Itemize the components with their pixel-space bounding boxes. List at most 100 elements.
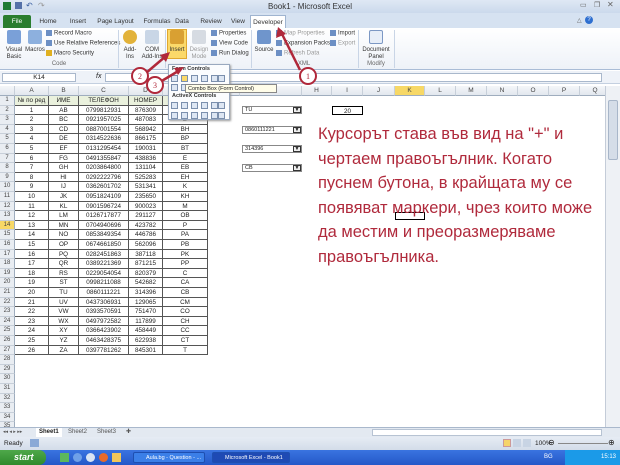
table-cell[interactable]: 2: [15, 115, 49, 125]
normal-view-icon[interactable]: [503, 439, 511, 447]
table-cell[interactable]: 876309: [129, 105, 163, 116]
table-cell[interactable]: 25: [15, 336, 49, 346]
row-header[interactable]: 33: [0, 403, 15, 413]
row-header[interactable]: 27: [0, 345, 15, 356]
table-cell[interactable]: 117899: [129, 316, 163, 327]
row-header[interactable]: 16: [0, 240, 15, 250]
properties-button[interactable]: Properties: [211, 30, 246, 37]
design-mode-button[interactable]: Design Mode: [189, 30, 209, 61]
row-header[interactable]: 14: [0, 220, 15, 231]
row-header[interactable]: 31: [0, 384, 15, 394]
table-cell[interactable]: 4: [15, 134, 49, 144]
column-header-J[interactable]: J: [363, 86, 395, 96]
cell-I2[interactable]: 20: [332, 105, 363, 116]
collapse-ribbon-icon[interactable]: △: [577, 17, 582, 24]
column-header-M[interactable]: M: [456, 86, 487, 96]
column-header-C[interactable]: C: [79, 86, 129, 96]
column-header-N[interactable]: N: [487, 86, 518, 96]
tab-page-layout[interactable]: Page Layout: [93, 15, 138, 28]
column-header-D[interactable]: D: [129, 86, 163, 96]
table-cell[interactable]: 446786: [129, 230, 163, 240]
column-header-K[interactable]: K: [395, 86, 425, 96]
table-cell[interactable]: 0921957025: [79, 115, 129, 125]
row-header[interactable]: 32: [0, 393, 15, 404]
macros-button[interactable]: Macros: [25, 30, 45, 54]
table-cell[interactable]: HI: [49, 172, 79, 183]
table-cell[interactable]: TU: [49, 288, 79, 298]
activex-option-button-icon[interactable]: [218, 112, 225, 119]
chevron-down-icon[interactable]: ▼: [293, 126, 301, 133]
activex-list-box-icon[interactable]: [211, 102, 218, 109]
activex-combo-box-icon[interactable]: [181, 112, 188, 119]
table-cell[interactable]: 487083: [129, 115, 163, 125]
import-button[interactable]: Import: [330, 30, 355, 37]
table-cell[interactable]: P: [163, 220, 208, 231]
table-cell[interactable]: OP: [49, 240, 79, 250]
row-header[interactable]: 6: [0, 144, 15, 154]
com-add-ins-button[interactable]: COM Add-Ins: [141, 30, 163, 61]
browser-icon[interactable]: [73, 453, 82, 462]
column-header-A[interactable]: A: [15, 86, 49, 96]
row-header[interactable]: 24: [0, 316, 15, 327]
row-header[interactable]: 17: [0, 249, 15, 260]
table-cell[interactable]: 0126717877: [79, 211, 129, 221]
table-cell[interactable]: 0704940696: [79, 220, 129, 231]
maximize-button[interactable]: ❐: [594, 1, 600, 9]
table-cell[interactable]: NO: [49, 230, 79, 240]
table-cell[interactable]: 0860111221: [79, 288, 129, 298]
row-header[interactable]: 29: [0, 364, 15, 375]
quicklaunch-icon[interactable]: [60, 453, 69, 462]
table-cell[interactable]: PQ: [49, 249, 79, 260]
header-cell[interactable]: ИМЕ: [49, 96, 79, 106]
table-cell[interactable]: 525283: [129, 172, 163, 183]
chevron-down-icon[interactable]: ▼: [293, 145, 301, 152]
column-header-H[interactable]: H: [302, 86, 332, 96]
activex-spin-button-icon[interactable]: [201, 112, 208, 119]
row-header[interactable]: 22: [0, 297, 15, 308]
table-cell[interactable]: 0292222796: [79, 172, 129, 183]
tab-developer[interactable]: Developer: [250, 15, 286, 28]
table-cell[interactable]: 438836: [129, 153, 163, 164]
media-icon[interactable]: [86, 453, 95, 462]
table-cell[interactable]: 0437306931: [79, 297, 129, 308]
column-header-I[interactable]: I: [332, 86, 363, 96]
column-header-Q[interactable]: Q: [580, 86, 605, 96]
taskbar-item-excel[interactable]: Microsoft Excel - Book1: [212, 452, 290, 463]
page-layout-view-icon[interactable]: [513, 439, 521, 447]
table-cell[interactable]: YZ: [49, 336, 79, 346]
table-cell[interactable]: CC: [163, 326, 208, 336]
table-cell[interactable]: CT: [163, 336, 208, 346]
table-cell[interactable]: 0463428375: [79, 336, 129, 346]
table-cell[interactable]: BT: [163, 144, 208, 154]
table-cell[interactable]: 16: [15, 249, 49, 260]
table-cell[interactable]: 820379: [129, 268, 163, 279]
table-cell[interactable]: 13: [15, 220, 49, 231]
start-button[interactable]: start: [0, 450, 46, 465]
insert-function-button[interactable]: fx: [96, 73, 101, 80]
row-header[interactable]: 5: [0, 134, 15, 144]
combo-box[interactable]: 314396 ▼: [242, 144, 302, 153]
row-header[interactable]: 4: [0, 124, 15, 135]
row-header[interactable]: 20: [0, 278, 15, 288]
close-button[interactable]: ✕: [607, 0, 614, 9]
table-cell[interactable]: 0389221369: [79, 259, 129, 269]
table-cell[interactable]: 291127: [129, 211, 163, 221]
visual-basic-button[interactable]: Visual Basic: [3, 30, 25, 61]
expansion-packs-button[interactable]: Expansion Packs: [276, 40, 330, 47]
table-cell[interactable]: 0362601702: [79, 182, 129, 192]
table-cell[interactable]: 845301: [129, 345, 163, 356]
table-cell[interactable]: 10: [15, 192, 49, 202]
row-header[interactable]: 8: [0, 163, 15, 173]
combo-box[interactable]: 0860111221 ▼: [242, 125, 302, 134]
table-cell[interactable]: 751470: [129, 307, 163, 317]
table-cell[interactable]: PP: [163, 259, 208, 269]
row-header[interactable]: 10: [0, 182, 15, 192]
table-cell[interactable]: E: [163, 153, 208, 164]
row-header[interactable]: 26: [0, 336, 15, 346]
tab-view[interactable]: View: [226, 15, 250, 28]
table-cell[interactable]: BH: [163, 124, 208, 135]
vertical-scrollbar[interactable]: [605, 86, 620, 427]
table-cell[interactable]: CH: [163, 316, 208, 327]
table-cell[interactable]: 11: [15, 201, 49, 212]
table-cell[interactable]: KH: [163, 192, 208, 202]
